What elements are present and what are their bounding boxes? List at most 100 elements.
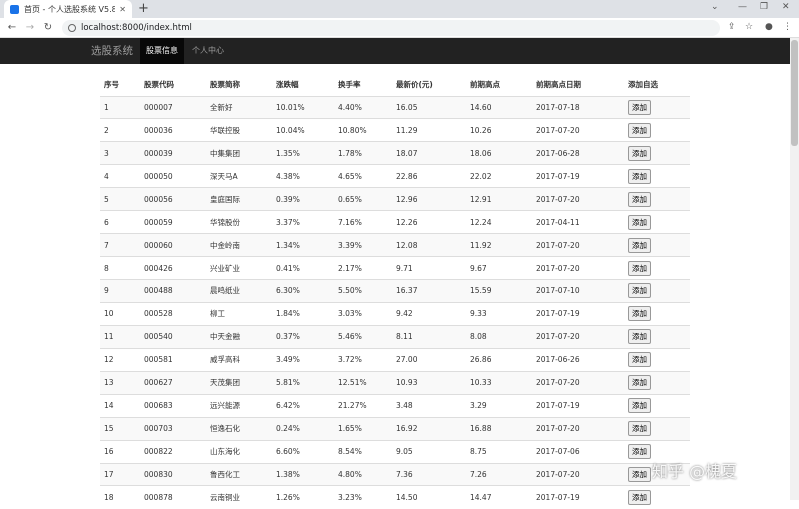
table-cell: 4.38% — [272, 164, 334, 188]
table-cell: 14.50 — [392, 485, 466, 509]
add-watchlist-button[interactable]: 添加 — [628, 168, 651, 184]
close-window-icon[interactable]: ✕ — [782, 2, 790, 12]
table-cell: 远兴能源 — [206, 393, 272, 418]
add-watchlist-button[interactable]: 添加 — [628, 398, 651, 414]
menu-icon[interactable]: ⋮ — [783, 22, 792, 32]
bookmark-star-icon[interactable]: ☆ — [745, 22, 753, 32]
forward-icon[interactable]: → — [21, 22, 39, 33]
table-row: 8 000426 兴业矿业 0.41% 2.17% 9.71 9.67 2017-07-20 添… — [100, 256, 690, 280]
table-cell: 15.59 — [466, 279, 532, 303]
table-cell: 12.96 — [392, 187, 466, 211]
table-cell: 2017-07-20 — [532, 462, 624, 486]
nav-personal-center[interactable]: 个人中心 — [186, 38, 230, 64]
table-cell: 000488 — [140, 279, 206, 303]
table-cell: 26.86 — [466, 347, 532, 372]
new-tab-icon[interactable]: + — [138, 1, 149, 17]
table-cell: 3.49% — [272, 347, 334, 372]
table-cell: 16 — [100, 439, 140, 463]
table-cell: 12.24 — [466, 210, 532, 234]
table-cell: 1.84% — [272, 301, 334, 326]
table-cell: 3.72% — [334, 347, 392, 372]
table-cell: 2017-07-19 — [532, 301, 624, 326]
table-cell: 3.03% — [334, 301, 392, 326]
back-icon[interactable]: ← — [3, 22, 21, 33]
add-watchlist-button[interactable]: 添加 — [628, 444, 651, 460]
restore-icon[interactable]: ❐ — [760, 2, 768, 12]
table-cell: 7.16% — [334, 210, 392, 234]
table-cell: 000426 — [140, 256, 206, 280]
table-cell: 10.26 — [466, 118, 532, 142]
table-cell: 12 — [100, 347, 140, 372]
minimize-icon[interactable]: — — [738, 2, 747, 12]
add-watchlist-button[interactable]: 添加 — [628, 99, 651, 115]
page-scrollbar[interactable] — [790, 38, 799, 500]
nav-stock-info[interactable]: 股票信息 — [140, 38, 184, 64]
table-cell: 深天马A — [206, 164, 272, 188]
table-cell: 威孚高科 — [206, 347, 272, 372]
table-cell: 18.07 — [392, 141, 466, 165]
table-cell: 山东海化 — [206, 439, 272, 463]
table-cell: 000036 — [140, 118, 206, 142]
table-cell: 4 — [100, 164, 140, 188]
url-input[interactable]: localhost:8000/index.html — [62, 20, 720, 36]
share-icon[interactable]: ⇪ — [728, 22, 736, 32]
table-cell: 添加 — [624, 233, 690, 257]
table-cell: 9.33 — [466, 301, 532, 326]
add-watchlist-button[interactable]: 添加 — [628, 421, 651, 437]
info-icon[interactable] — [68, 24, 76, 32]
table-cell: 16.92 — [392, 416, 466, 441]
table-cell: 10 — [100, 301, 140, 326]
table-row: 14 000683 远兴能源 6.42% 21.27% 3.48 3.29 2017-07-1… — [100, 393, 690, 418]
table-cell: 10.33 — [466, 370, 532, 395]
add-watchlist-button[interactable]: 添加 — [628, 306, 651, 322]
add-watchlist-button[interactable]: 添加 — [628, 122, 651, 138]
table-cell: 22.86 — [392, 164, 466, 188]
brand-title[interactable]: 选股系统 — [91, 38, 133, 64]
table-cell: 0.37% — [272, 324, 334, 349]
add-watchlist-button[interactable]: 添加 — [628, 237, 651, 253]
chevron-down-icon[interactable]: ⌄ — [711, 2, 719, 12]
add-watchlist-button[interactable]: 添加 — [628, 214, 651, 230]
table-cell: 鲁西化工 — [206, 462, 272, 486]
table-cell: 全新好 — [206, 95, 272, 119]
table-cell: 3.37% — [272, 210, 334, 234]
table-row: 10 000528 柳工 1.84% 3.03% 9.42 9.33 2017-07-19 添加 — [100, 301, 690, 326]
table-cell: 中金岭南 — [206, 233, 272, 257]
table-row: 16 000822 山东海化 6.60% 8.54% 9.05 8.75 2017-07-06… — [100, 439, 690, 463]
table-cell: 云南铜业 — [206, 485, 272, 509]
browser-tab-strip: 首页 - 个人选股系统 V5.87 ✕ + ⌄ — ❐ ✕ — [0, 0, 799, 18]
column-header: 前期高点 — [466, 74, 532, 97]
table-cell: 9.42 — [392, 301, 466, 326]
table-cell: 12.91 — [466, 187, 532, 211]
profile-icon[interactable]: ● — [765, 22, 773, 32]
table-cell: 添加 — [624, 187, 690, 211]
add-watchlist-button[interactable]: 添加 — [628, 329, 651, 345]
browser-tab[interactable]: 首页 - 个人选股系统 V5.87 ✕ — [4, 0, 132, 18]
add-watchlist-button[interactable]: 添加 — [628, 145, 651, 161]
table-cell: 000039 — [140, 141, 206, 165]
table-cell: 添加 — [624, 279, 690, 303]
add-watchlist-button[interactable]: 添加 — [628, 466, 651, 482]
scrollbar-thumb[interactable] — [791, 40, 798, 146]
column-header: 换手率 — [334, 74, 392, 97]
add-watchlist-button[interactable]: 添加 — [628, 490, 651, 506]
column-header: 最新价(元) — [392, 74, 466, 97]
table-cell: 2.17% — [334, 256, 392, 280]
add-watchlist-button[interactable]: 添加 — [628, 283, 651, 299]
table-cell: 1.65% — [334, 416, 392, 441]
add-watchlist-button[interactable]: 添加 — [628, 191, 651, 207]
table-row: 13 000627 天茂集团 5.81% 12.51% 10.93 10.33 2017-07… — [100, 370, 690, 395]
table-cell: 2017-06-26 — [532, 347, 624, 372]
add-watchlist-button[interactable]: 添加 — [628, 375, 651, 391]
close-tab-icon[interactable]: ✕ — [119, 5, 126, 14]
table-cell: 添加 — [624, 95, 690, 119]
add-watchlist-button[interactable]: 添加 — [628, 352, 651, 368]
reload-icon[interactable]: ↻ — [39, 22, 57, 33]
add-watchlist-button[interactable]: 添加 — [628, 260, 651, 276]
table-cell: 000822 — [140, 439, 206, 463]
table-cell: 添加 — [624, 164, 690, 188]
table-cell: 添加 — [624, 485, 690, 509]
table-row: 17 000830 鲁西化工 1.38% 4.80% 7.36 7.26 2017-07-20… — [100, 462, 690, 486]
table-cell: 12.51% — [334, 370, 392, 395]
table-cell: 添加 — [624, 324, 690, 349]
